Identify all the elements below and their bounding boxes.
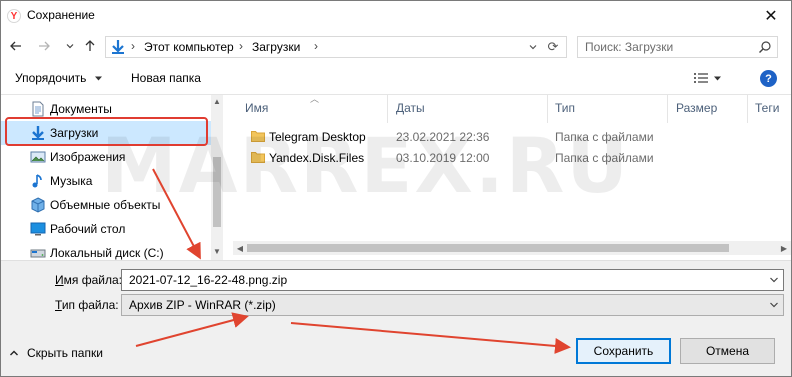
command-bar: Упорядочить Новая папка ?	[1, 64, 791, 92]
pictures-icon	[30, 151, 46, 163]
refresh-button[interactable]: ⟳	[544, 38, 562, 56]
file-list-pane: ︿ Имя Даты Тип Размер Теги Telegram Desk…	[223, 94, 791, 260]
file-list-horizontal-scrollbar[interactable]: ◀ ▶	[233, 241, 791, 255]
drive-icon	[30, 249, 46, 258]
breadcrumb-separator: ›	[131, 39, 135, 53]
sidebar-item-music[interactable]: Музыка	[1, 169, 211, 193]
chevron-down-icon[interactable]	[769, 273, 779, 287]
scroll-down-arrow[interactable]: ▼	[211, 245, 223, 257]
scroll-up-arrow[interactable]: ▲	[211, 95, 223, 107]
save-form: Имя файла: 2021-07-12_16-22-48.png.zip Т…	[1, 260, 791, 376]
filetype-select[interactable]: Архив ZIP - WinRAR (*.zip)	[121, 294, 784, 316]
breadcrumb-downloads[interactable]: Загрузки	[252, 40, 300, 54]
file-name: Telegram Desktop	[269, 130, 366, 144]
breadcrumb-separator: ›	[239, 39, 243, 53]
back-button[interactable]	[7, 37, 25, 55]
file-type: Папка с файлами	[555, 151, 654, 165]
column-divider[interactable]	[547, 95, 548, 123]
sidebar-item-local-disk[interactable]: Локальный диск (C:)	[1, 241, 211, 260]
column-divider[interactable]	[387, 95, 388, 123]
column-header-name[interactable]: Имя	[245, 101, 268, 115]
filename-field[interactable]: 2021-07-12_16-22-48.png.zip	[121, 269, 784, 291]
file-type: Папка с файлами	[555, 130, 654, 144]
column-header-size[interactable]: Размер	[676, 101, 717, 115]
address-dropdown-button[interactable]	[526, 39, 540, 55]
navigation-bar: › Этот компьютер › Загрузки › ⟳ Поиск: З…	[1, 32, 791, 62]
sidebar-item-label: Музыка	[50, 174, 93, 188]
close-button[interactable]: ✕	[751, 1, 791, 31]
sidebar-item-label: Документы	[50, 102, 112, 116]
caret-down-icon	[714, 76, 721, 80]
breadcrumb-this-pc[interactable]: Этот компьютер	[144, 40, 234, 54]
music-note-icon	[32, 174, 42, 188]
filename-value: 2021-07-12_16-22-48.png.zip	[129, 273, 288, 287]
search-placeholder: Поиск: Загрузки	[585, 40, 674, 54]
save-dialog: Y Сохранение ✕ › Этот компьютер › Загруз…	[0, 0, 792, 377]
window-title: Сохранение	[27, 8, 95, 22]
column-divider[interactable]	[747, 95, 748, 123]
chevron-up-icon	[10, 350, 18, 356]
sidebar-item-label: Рабочий стол	[50, 222, 126, 236]
filetype-label: Тип файла:	[55, 298, 119, 312]
file-name: Yandex.Disk.Files	[269, 151, 365, 165]
chevron-down-icon	[66, 44, 74, 49]
folder-icon	[251, 131, 265, 142]
file-row[interactable]: Yandex.Disk.Files 03.10.2019 12:00 Папка…	[223, 148, 791, 169]
column-header-date[interactable]: Даты	[396, 101, 425, 115]
arrow-left-icon	[10, 41, 21, 51]
refresh-icon: ⟳	[547, 39, 559, 54]
3d-objects-icon	[31, 197, 45, 213]
navigation-pane-scrollbar[interactable]: ▲ ▼	[211, 95, 223, 260]
organize-menu[interactable]: Упорядочить	[15, 71, 103, 85]
hide-folders-label: Скрыть папки	[27, 346, 103, 360]
sort-ascending-icon: ︿	[310, 94, 320, 104]
folder-icon	[251, 152, 265, 163]
sidebar-item-label: Локальный диск (C:)	[50, 246, 164, 260]
title-bar: Y Сохранение ✕	[1, 1, 791, 31]
breadcrumb-separator: ›	[314, 39, 318, 53]
file-row[interactable]: Telegram Desktop 23.02.2021 22:36 Папка …	[223, 127, 791, 148]
forward-button[interactable]	[35, 37, 53, 55]
hide-folders-toggle[interactable]: Скрыть папки	[9, 345, 103, 361]
arrow-up-icon	[85, 40, 95, 51]
file-date: 03.10.2019 12:00	[396, 151, 490, 165]
organize-label: Упорядочить	[15, 71, 87, 85]
scroll-left-arrow[interactable]: ◀	[233, 241, 247, 255]
search-input[interactable]: Поиск: Загрузки	[577, 36, 778, 58]
file-date: 23.02.2021 22:36	[396, 130, 490, 144]
sidebar-item-desktop[interactable]: Рабочий стол	[1, 217, 211, 241]
caret-down-icon	[94, 76, 102, 81]
up-button[interactable]	[81, 37, 99, 55]
yandex-browser-icon: Y	[7, 9, 21, 23]
column-header-type[interactable]: Тип	[555, 101, 575, 115]
scroll-right-arrow[interactable]: ▶	[777, 241, 791, 255]
recent-locations-button[interactable]	[61, 37, 79, 55]
sidebar-item-3d-objects[interactable]: Объемные объекты	[1, 193, 211, 217]
filename-label: Имя файла:	[55, 273, 122, 287]
chevron-down-icon	[529, 45, 537, 50]
sidebar-item-label: Объемные объекты	[50, 198, 161, 212]
downloads-icon	[112, 40, 124, 54]
cancel-button[interactable]: Отмена	[680, 338, 775, 364]
desktop-icon	[30, 222, 46, 236]
scrollbar-thumb[interactable]	[213, 157, 221, 227]
new-folder-button[interactable]: Новая папка	[131, 71, 201, 85]
sidebar-item-label: Изображения	[50, 150, 126, 164]
save-button[interactable]: Сохранить	[576, 338, 671, 364]
sidebar-item-pictures[interactable]: Изображения	[1, 145, 211, 169]
search-icon[interactable]	[758, 40, 772, 54]
documents-icon	[32, 101, 44, 117]
downloads-highlight-box	[5, 117, 208, 146]
view-options-button[interactable]	[693, 70, 733, 86]
address-bar[interactable]: › Этот компьютер › Загрузки › ⟳	[105, 36, 567, 58]
details-view-icon	[694, 73, 708, 83]
chevron-down-icon	[770, 302, 778, 308]
column-header-tags[interactable]: Теги	[755, 101, 779, 115]
filetype-value: Архив ZIP - WinRAR (*.zip)	[129, 298, 276, 312]
scrollbar-thumb[interactable]	[247, 244, 729, 252]
column-divider[interactable]	[667, 95, 668, 123]
arrow-right-icon	[39, 41, 50, 51]
help-icon[interactable]: ?	[760, 70, 777, 87]
